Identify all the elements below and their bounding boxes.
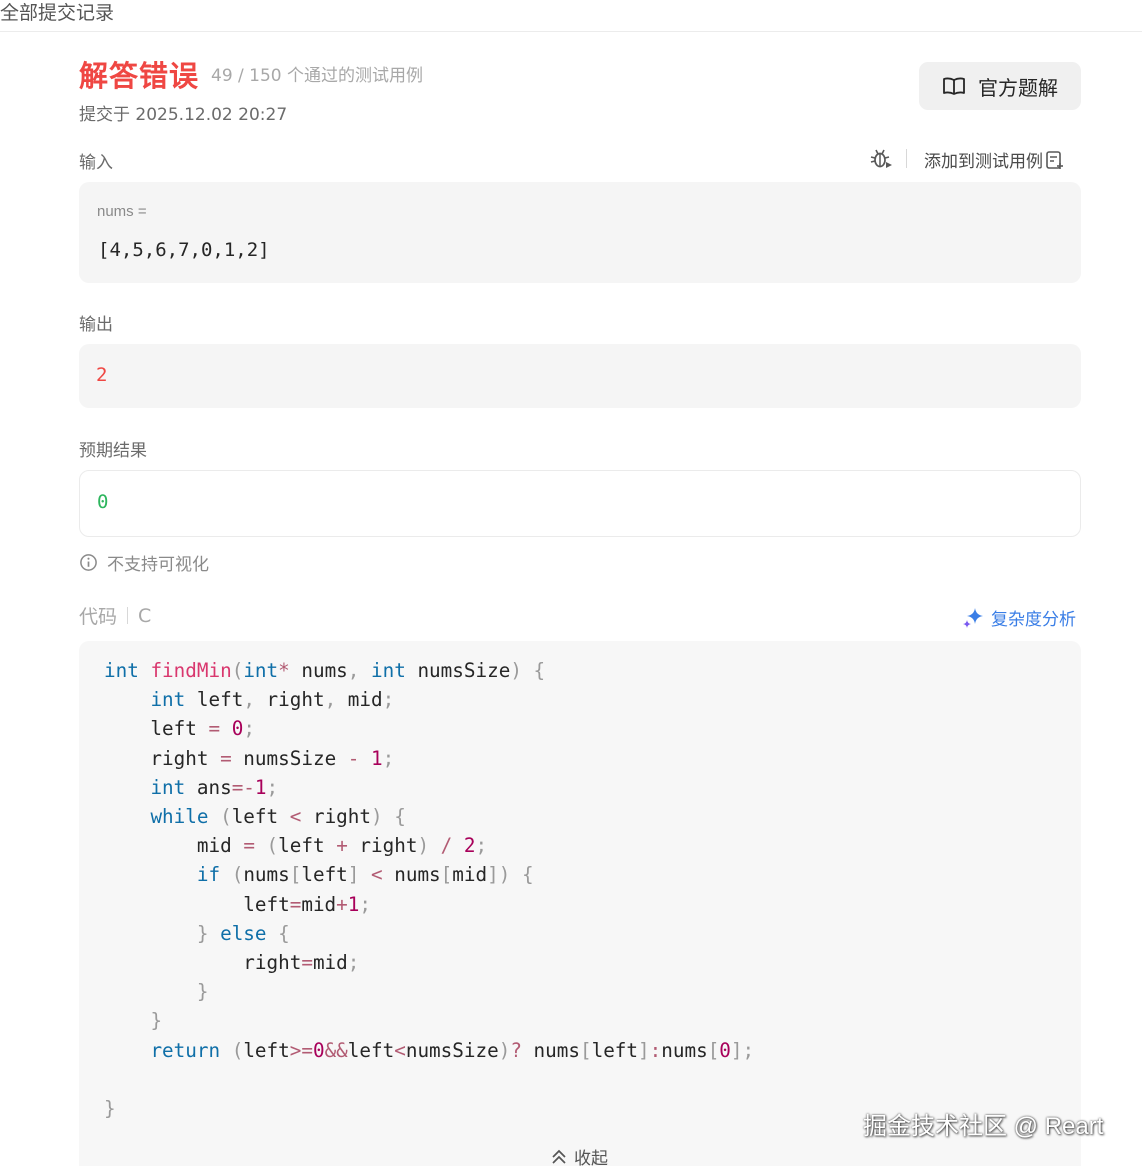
result-status: 解答错误	[79, 59, 200, 93]
all-submissions-link[interactable]: 全部提交记录	[0, 0, 114, 25]
toolbar-divider	[906, 149, 907, 168]
chevron-up-icon	[552, 1149, 566, 1164]
code-content: int findMin(int* nums, int numsSize) { i…	[104, 656, 754, 1123]
complexity-analysis-button[interactable]: 复杂度分析	[961, 605, 1076, 630]
official-solution-label: 官方题解	[978, 75, 1058, 100]
official-solution-button[interactable]: 官方题解	[919, 62, 1081, 110]
collapse-label: 收起	[574, 1149, 608, 1169]
submission-time: 提交于 2025.12.02 20:27	[79, 105, 288, 125]
code-line: }	[104, 1097, 116, 1121]
code-line: int findMin(int* nums, int numsSize) {	[104, 659, 546, 682]
add-to-testcases-label: 添加到测试用例	[924, 152, 1043, 172]
add-to-testcases-button[interactable]: 添加到测试用例	[924, 147, 1065, 172]
collapse-button[interactable]: 收起	[550, 1144, 608, 1169]
code-line: } else {	[196, 921, 290, 945]
code-line: int left, right, mid;	[150, 688, 395, 712]
code-line: return (left>=0&&left<numsSize)? nums[le…	[150, 1038, 755, 1062]
input-label: 输入	[79, 153, 113, 173]
code-label: 代码	[79, 606, 118, 628]
passed-cases-count: 49 / 150 个通过的测试用例	[211, 66, 424, 86]
code-line: if (nums[left] < nums[mid]) {	[196, 863, 534, 887]
code-line: mid = (left + right) / 2;	[104, 834, 488, 858]
page-header: 全部提交记录	[0, 0, 1142, 32]
info-icon	[80, 554, 97, 571]
code-line: }	[150, 1009, 163, 1033]
code-line: while (left < right) {	[150, 805, 406, 829]
code-line: left = 0;	[104, 717, 255, 741]
visualization-note: 不支持可视化	[79, 550, 209, 575]
output-box: 2	[79, 344, 1081, 408]
code-block: int findMin(int* nums, int numsSize) { i…	[79, 641, 1081, 1166]
sparkle-icon	[963, 607, 983, 628]
expected-label: 预期结果	[79, 441, 147, 461]
visualization-note-text: 不支持可视化	[107, 555, 209, 575]
code-line: int ans=-1;	[150, 775, 279, 799]
output-value: 2	[96, 364, 108, 386]
output-label: 输出	[79, 315, 113, 335]
code-line: }	[196, 980, 209, 1004]
watermark: 掘金技术社区 @ Reart	[863, 1113, 1104, 1140]
code-header: 代码 C	[79, 602, 151, 629]
complexity-analysis-label: 复杂度分析	[991, 610, 1076, 630]
expected-box: 0	[79, 470, 1081, 537]
expected-value: 0	[97, 491, 109, 513]
input-var-name: nums =	[97, 203, 147, 220]
input-box: nums = [4,5,6,7,0,1,2]	[79, 182, 1081, 283]
add-testcase-icon	[1046, 150, 1063, 169]
input-var-value: [4,5,6,7,0,1,2]	[98, 239, 270, 261]
code-line: left=mid+1;	[104, 892, 371, 916]
bug-icon[interactable]	[869, 147, 893, 171]
code-line: right = numsSize - 1;	[104, 746, 395, 770]
code-line: right=mid;	[104, 951, 360, 975]
book-icon	[943, 77, 965, 95]
code-label-divider	[127, 607, 129, 624]
code-language: C	[138, 604, 152, 627]
